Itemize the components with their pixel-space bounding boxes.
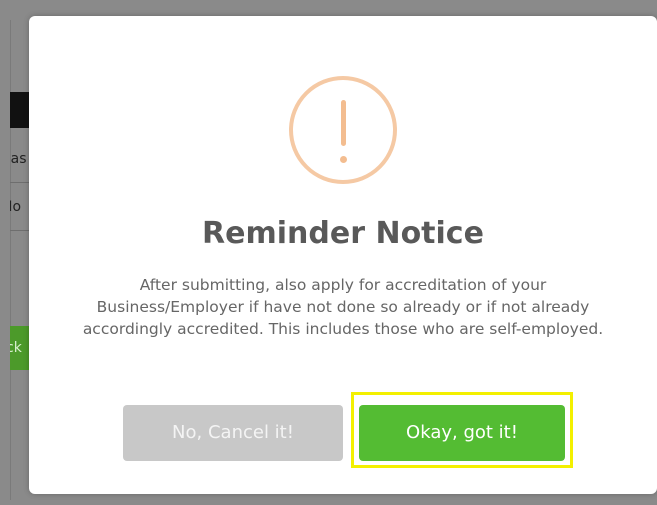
confirm-button[interactable]: Okay, got it! bbox=[359, 405, 565, 461]
reminder-dialog: Reminder Notice After submitting, also a… bbox=[29, 16, 657, 494]
exclamation-dot bbox=[339, 156, 347, 163]
cancel-button[interactable]: No, Cancel it! bbox=[123, 405, 343, 461]
warning-exclamation-icon bbox=[289, 76, 397, 184]
dialog-message: After submitting, also apply for accredi… bbox=[82, 276, 604, 338]
dialog-title: Reminder Notice bbox=[202, 216, 484, 251]
background-green-button: ck bbox=[10, 326, 30, 370]
exclamation-bar bbox=[340, 100, 346, 146]
